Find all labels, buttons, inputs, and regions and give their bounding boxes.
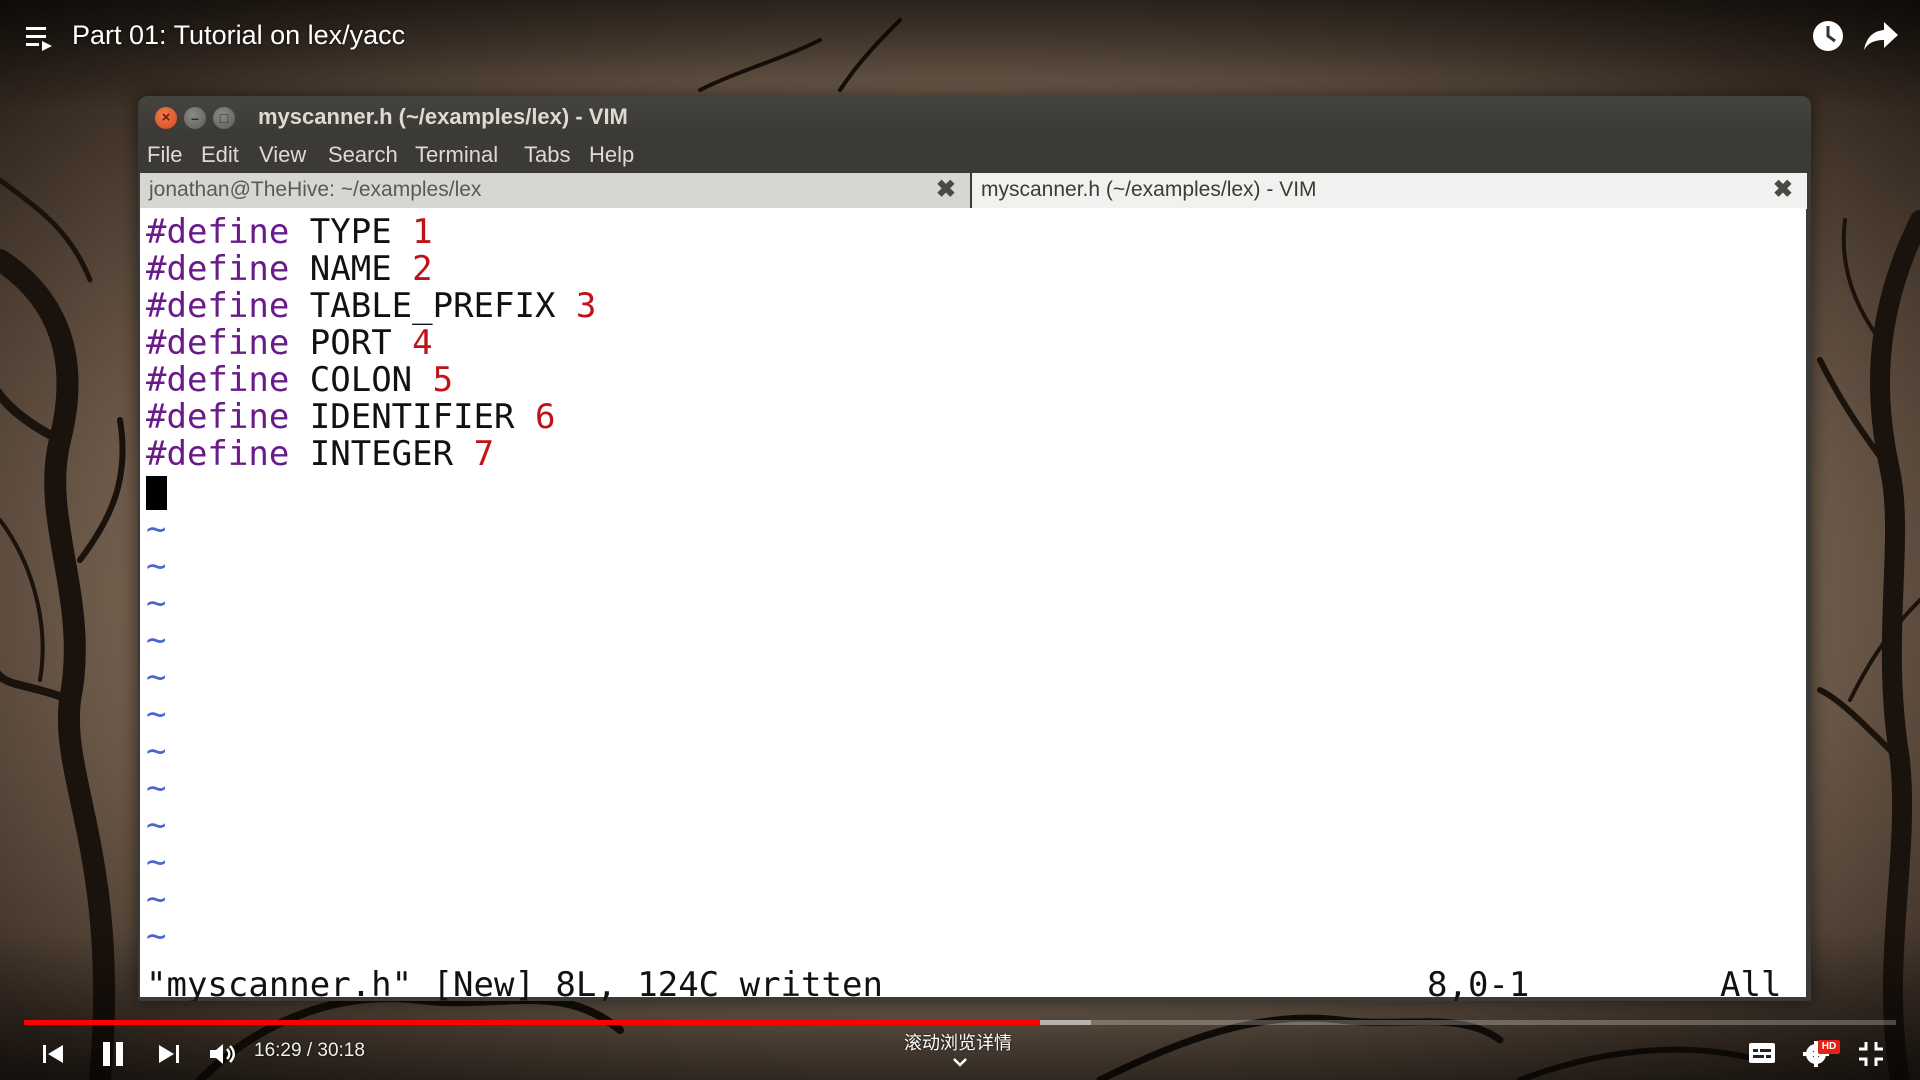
menu-search[interactable]: Search [328,142,398,168]
empty-line-marker: ~ [146,509,167,549]
next-icon[interactable] [158,1043,180,1065]
maximize-icon: □ [219,110,229,126]
text-cursor [146,476,167,510]
empty-line-marker: ~ [146,916,167,956]
exit-fullscreen-icon[interactable] [1858,1041,1884,1067]
progress-played [24,1020,1041,1025]
empty-line-marker: ~ [146,657,167,697]
tab-label: jonathan@TheHive: ~/examples/lex [149,178,482,201]
minimize-icon: – [191,110,199,126]
scroll-position: All [1720,965,1782,1002]
terminal-window: × – □ myscanner.h (~/examples/lex) - VIM… [138,96,1811,1001]
time-display: 16:29 / 30:18 [254,1040,365,1061]
watch-later-icon[interactable] [1810,18,1846,54]
empty-line-marker: ~ [146,583,167,623]
close-icon: × [161,109,171,126]
empty-line-marker: ~ [146,694,167,734]
menu-edit[interactable]: Edit [201,142,239,168]
empty-line-marker: ~ [146,768,167,808]
empty-line-marker: ~ [146,879,167,919]
menubar: File Edit View Search Terminal Tabs Help [138,138,1811,172]
share-icon[interactable] [1862,20,1900,52]
code-line: #define PORT 4 [146,323,433,363]
code-line: #define TABLE_PREFIX 3 [146,286,597,326]
subtitles-icon[interactable] [1748,1042,1776,1064]
hd-badge: HD [1818,1040,1840,1054]
code-line: #define IDENTIFIER 6 [146,397,556,437]
player-top-bar: Part 01: Tutorial on lex/yacc [0,0,1920,70]
empty-line-marker: ~ [146,731,167,771]
code-line: #define INTEGER 7 [146,434,495,474]
tab-close-icon[interactable]: ✖ [936,173,956,207]
empty-line-marker: ~ [146,842,167,882]
empty-line-marker: ~ [146,546,167,586]
menu-file[interactable]: File [147,142,182,168]
menu-help[interactable]: Help [589,142,634,168]
code-line: #define TYPE 1 [146,212,433,252]
previous-icon[interactable] [42,1043,64,1065]
menu-terminal[interactable]: Terminal [415,142,498,168]
vim-editor[interactable]: #define TYPE 1 #define NAME 2 #define TA… [140,208,1806,1001]
menu-tabs[interactable]: Tabs [524,142,570,168]
pause-icon[interactable] [100,1040,126,1068]
playlist-icon[interactable] [24,24,54,52]
tab-shell[interactable]: jonathan@TheHive: ~/examples/lex ✖ [140,173,970,209]
empty-line-marker: ~ [146,620,167,660]
chevron-down-icon[interactable] [952,1057,968,1067]
window-titlebar[interactable]: × – □ myscanner.h (~/examples/lex) - VIM [138,96,1811,138]
window-title: myscanner.h (~/examples/lex) - VIM [258,104,628,129]
code-line: #define COLON 5 [146,360,454,400]
status-message: "myscanner.h" [New] 8L, 124C written [146,965,883,1002]
tab-close-icon[interactable]: ✖ [1773,173,1793,207]
code-line: #define NAME 2 [146,249,433,289]
window-minimize-button[interactable]: – [184,107,206,129]
tab-vim[interactable]: myscanner.h (~/examples/lex) - VIM ✖ [972,173,1807,209]
empty-line-marker: ~ [146,805,167,845]
window-maximize-button[interactable]: □ [213,107,235,129]
progress-bar[interactable] [24,1020,1896,1025]
video-title[interactable]: Part 01: Tutorial on lex/yacc [72,18,405,52]
tab-label: myscanner.h (~/examples/lex) - VIM [981,178,1317,201]
menu-view[interactable]: View [259,142,306,168]
scroll-hint[interactable]: 滚动浏览详情 [904,1032,1012,1054]
window-close-button[interactable]: × [155,107,177,129]
tab-bar: jonathan@TheHive: ~/examples/lex ✖ mysca… [138,172,1811,209]
cursor-position: 8,0-1 [1427,965,1530,1002]
volume-icon[interactable] [208,1041,236,1067]
